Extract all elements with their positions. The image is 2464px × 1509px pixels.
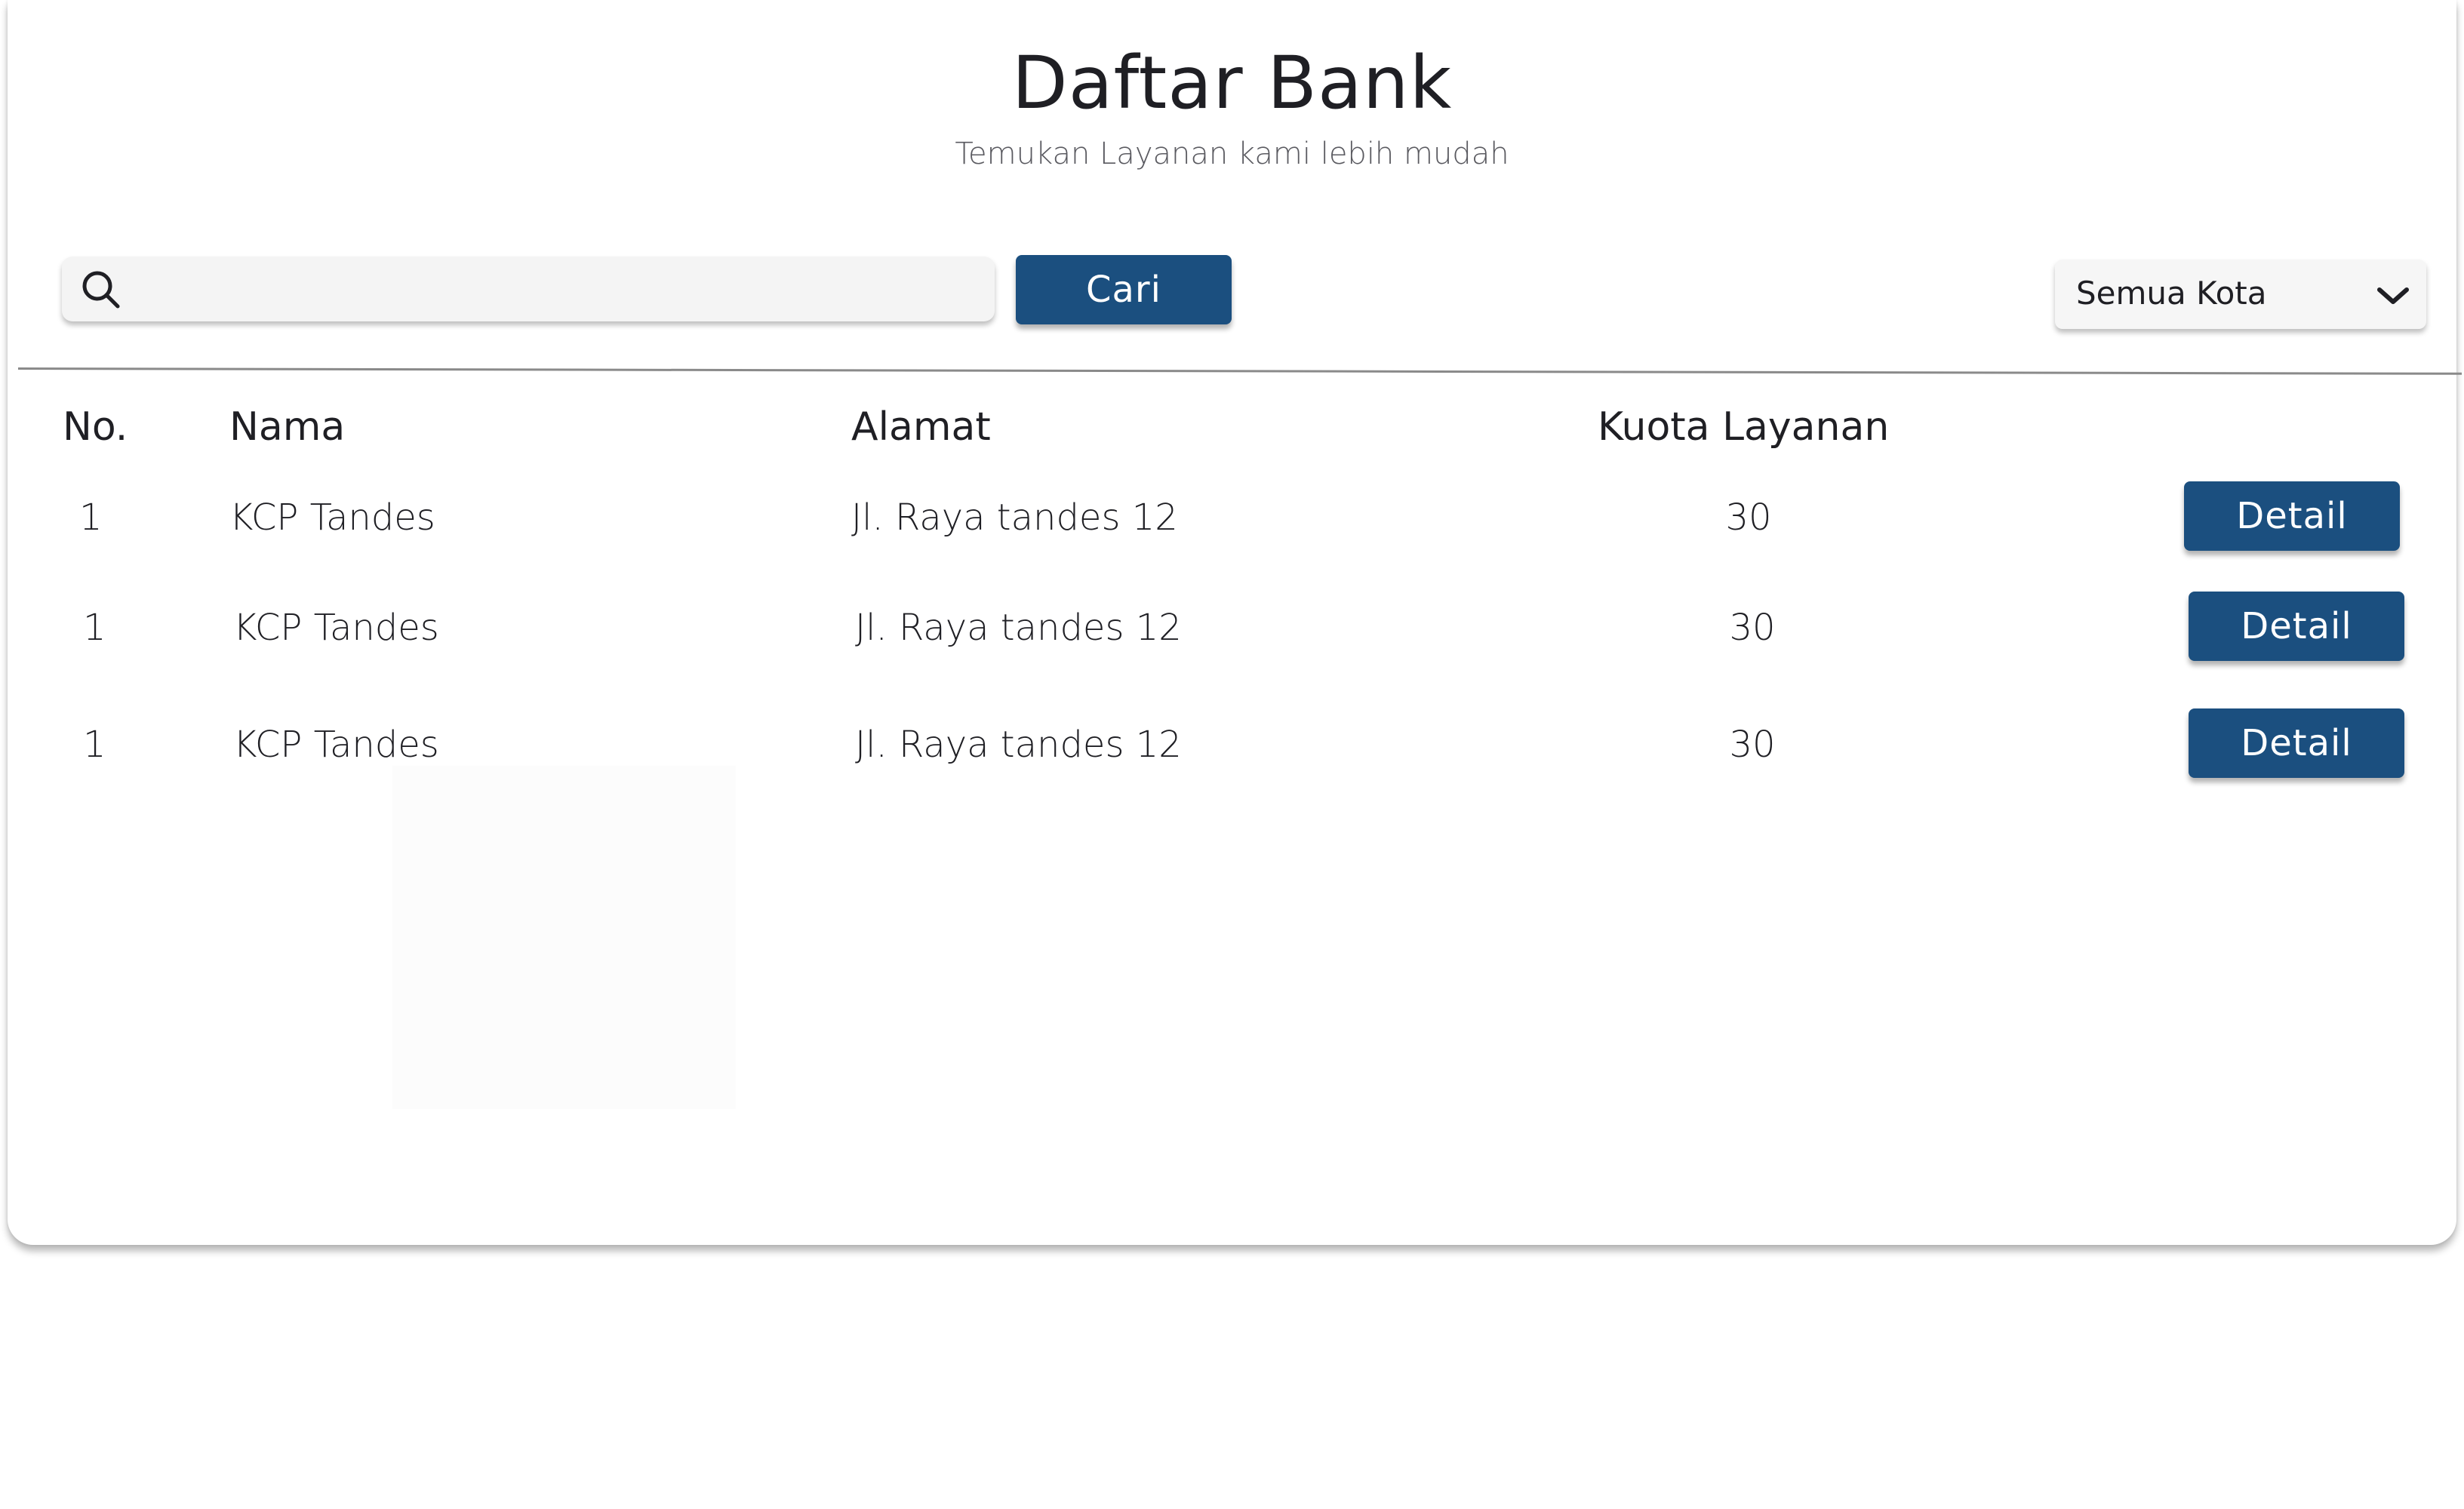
cell-no: 1 — [83, 724, 106, 766]
header-no: No. — [63, 404, 128, 450]
header-alamat: Alamat — [851, 404, 991, 450]
chevron-down-icon — [2377, 287, 2409, 304]
cell-alamat: Jl. Raya tandes 12 — [855, 607, 1182, 649]
search-icon — [82, 271, 120, 309]
divider — [17, 367, 2462, 375]
cell-kuota: 30 — [1729, 607, 1776, 649]
cell-nama: KCP Tandes — [229, 496, 435, 539]
search-input[interactable] — [137, 257, 986, 323]
table-row: 1 KCP Tandes Jl. Raya tandes 12 30 Detai… — [8, 592, 2456, 667]
faint-background-block — [392, 766, 736, 1109]
page-subtitle: Temukan Layanan kami lebih mudah — [955, 137, 1509, 171]
cell-no: 1 — [79, 496, 103, 539]
cell-kuota: 30 — [1725, 496, 1772, 539]
cell-nama: KCP Tandes — [233, 724, 439, 766]
header-kuota: Kuota Layanan — [1598, 404, 1890, 450]
detail-button[interactable]: Detail — [2189, 592, 2404, 661]
city-filter-dropdown[interactable]: Semua Kota — [2055, 260, 2426, 329]
detail-button[interactable]: Detail — [2184, 481, 2400, 551]
search-button[interactable]: Cari — [1016, 255, 1232, 324]
cell-alamat: Jl. Raya tandes 12 — [851, 496, 1178, 539]
detail-button[interactable]: Detail — [2189, 708, 2404, 778]
header-nama: Nama — [229, 404, 346, 450]
city-filter-selected: Semua Kota — [2076, 275, 2267, 312]
bank-list-card: Daftar Bank Temukan Layanan kami lebih m… — [8, 0, 2462, 1245]
search-box[interactable] — [62, 257, 995, 323]
table-row: 1 KCP Tandes Jl. Raya tandes 12 30 Detai… — [8, 481, 2456, 557]
page-title: Daftar Bank — [1011, 41, 1453, 125]
cell-no: 1 — [83, 607, 106, 649]
cell-kuota: 30 — [1729, 724, 1776, 766]
cell-nama: KCP Tandes — [233, 607, 439, 649]
cell-alamat: Jl. Raya tandes 12 — [855, 724, 1182, 766]
table-row: 1 KCP Tandes Jl. Raya tandes 12 30 Detai… — [8, 708, 2456, 784]
